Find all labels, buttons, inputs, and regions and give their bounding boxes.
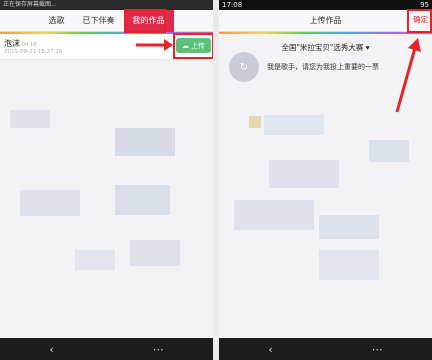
red-arrow-icon [395,38,421,113]
add-photo-icon: ↻ [239,61,249,73]
menu-icon[interactable]: ⋯ [372,343,383,356]
contest-name: 全国"米拉宝贝"选秀大赛 [281,43,364,52]
highlight-box-my-works [124,9,166,33]
blurred-block [10,110,50,128]
tab-select-song[interactable]: 选歌 [40,10,74,32]
work-title: 泡沫 04:18 [4,39,37,48]
blurred-block [319,215,379,239]
work-duration: 04:18 [22,42,37,48]
right-screen: 17:08 95 上传作品 确定 全国"米拉宝贝"选秀大赛 ▾ ↻ 我是歌手，请… [219,0,432,360]
blurred-block [75,250,115,270]
nav-bar: ‹ ⋯ [219,338,432,360]
work-description[interactable]: 我是歌手，请您为我投上重要的一票 [267,62,379,72]
highlight-box-confirm [407,9,432,33]
dropdown-icon: ▾ [365,43,370,52]
blurred-block [130,240,180,266]
red-arrow-icon [136,39,173,51]
back-icon[interactable]: ‹ [49,343,53,356]
left-screen: 正在保存屏幕截图... 选歌 已下伴奏 我的作品 泡沫 04:18 2015-09… [0,0,213,360]
back-icon[interactable]: ‹ [268,343,272,356]
status-time: 17:08 [222,1,243,9]
blurred-block [20,190,80,216]
status-bar: 正在保存屏幕截图... [0,0,213,10]
blurred-block [269,160,339,188]
header: 上传作品 确定 [219,10,432,32]
blurred-block [264,115,324,135]
tab-downloaded[interactable]: 已下伴奏 [74,10,124,32]
page-title: 上传作品 [309,16,342,25]
blurred-avatar [249,116,261,128]
blurred-block [115,128,175,156]
menu-icon[interactable]: ⋯ [153,343,164,356]
status-bar: 17:08 95 [219,0,432,10]
tab-bar: 选歌 已下伴奏 我的作品 [0,9,213,32]
nav-bar: ‹ ⋯ [0,338,213,360]
cover-thumbnail[interactable]: ↻ [229,52,259,82]
status-text: 正在保存屏幕截图... [3,1,57,8]
blurred-block [319,250,379,280]
highlight-box-upload [173,33,213,59]
blurred-block [369,140,409,162]
work-date: 2015-09-21 15:27:26 [4,49,63,55]
blurred-block [115,185,170,215]
blurred-block [234,200,314,230]
screenshot: 正在保存屏幕截图... 选歌 已下伴奏 我的作品 泡沫 04:18 2015-09… [0,0,432,360]
